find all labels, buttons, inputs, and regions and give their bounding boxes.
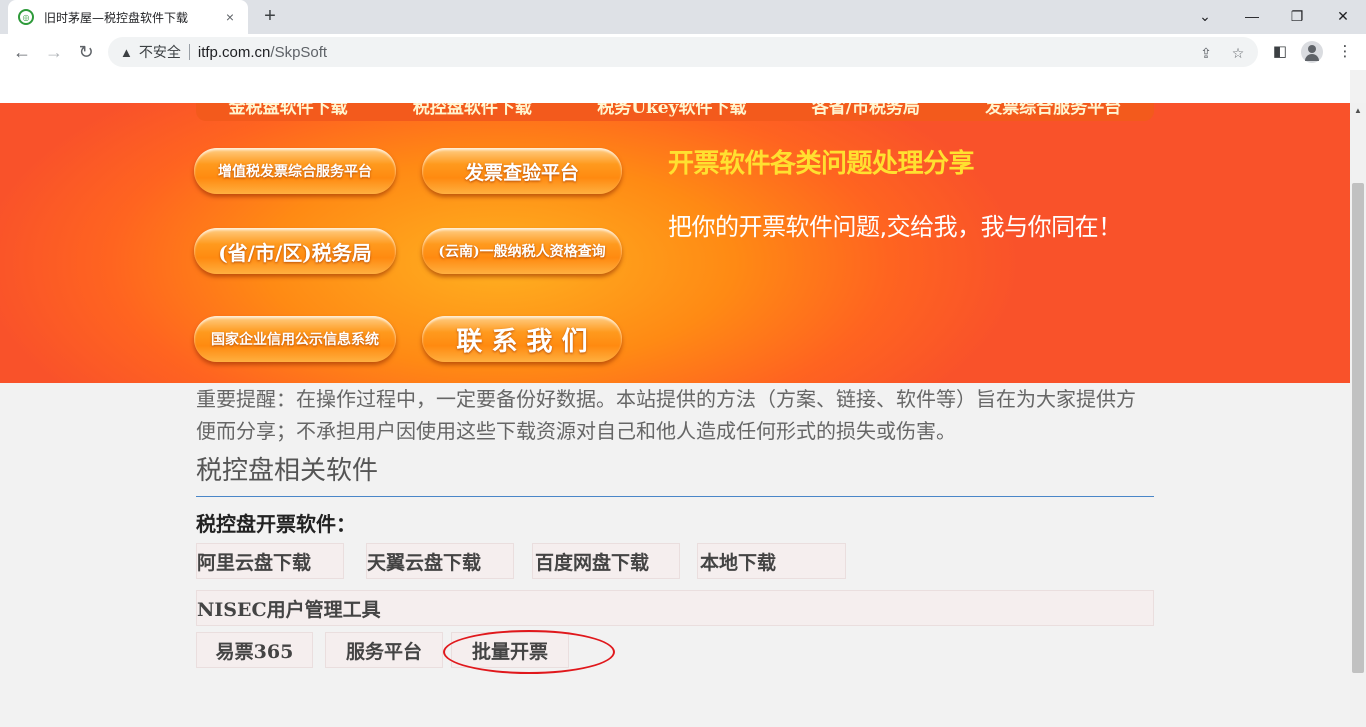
reload-icon[interactable]: ↻	[74, 40, 98, 64]
section-title: 税控盘相关软件	[196, 456, 379, 486]
section-divider	[196, 496, 1154, 497]
browser-toolbar: ← → ↻ ▲ 不安全 itfp.com.cn/SkpSoft ⇪ ☆ ◧ ⋮	[0, 34, 1366, 70]
bookmark-star-icon[interactable]: ☆	[1228, 45, 1248, 65]
scroll-thumb[interactable]	[1352, 183, 1364, 673]
service-platform-button[interactable]: 服务平台	[325, 632, 443, 668]
close-window-icon[interactable]: ✕	[1331, 6, 1355, 26]
share-icon[interactable]: ⇪	[1196, 45, 1216, 65]
nav-tax-bureau[interactable]: 各省/市税务局	[812, 103, 920, 118]
forward-icon[interactable]: →	[42, 40, 66, 64]
yipiao365-button[interactable]: 易票365	[196, 632, 313, 668]
new-tab-button[interactable]: +	[258, 5, 282, 29]
local-download-button[interactable]: 本地下载	[697, 543, 846, 579]
back-icon[interactable]: ←	[10, 40, 34, 64]
invoice-check-button[interactable]: 发票查验平台	[422, 148, 622, 194]
nisec-tool-row[interactable]: NISEC用户管理工具	[196, 590, 1154, 626]
aliyun-download-button[interactable]: 阿里云盘下载	[196, 543, 344, 579]
batch-invoice-button[interactable]: 批量开票	[451, 632, 569, 668]
banner-headline: 开票软件各类问题处理分享	[668, 149, 975, 179]
site-favicon-icon: ◎	[18, 9, 34, 25]
baidu-download-button[interactable]: 百度网盘下载	[532, 543, 680, 579]
address-bar[interactable]: ▲ 不安全 itfp.com.cn/SkpSoft ⇪ ☆	[108, 37, 1258, 67]
tianyi-download-button[interactable]: 天翼云盘下载	[366, 543, 514, 579]
vat-invoice-platform-button[interactable]: 增值税发票综合服务平台	[194, 148, 396, 194]
page-top-area	[0, 70, 1350, 103]
tab-close-icon[interactable]: ×	[222, 9, 238, 25]
nav-golden-tax-download[interactable]: 金税盘软件下载	[229, 103, 348, 118]
site-banner: 金税盘软件下载 税控盘软件下载 税务Ukey软件下载 各省/市税务局 发票综合服…	[0, 103, 1350, 383]
browser-tab[interactable]: ◎ 旧时茅屋—税控盘软件下载 ×	[8, 0, 248, 34]
profile-avatar[interactable]	[1301, 41, 1323, 63]
scroll-up-icon[interactable]: ▲	[1350, 103, 1366, 119]
software-subtitle: 税控盘开票软件：	[196, 512, 356, 536]
minimize-icon[interactable]: —	[1240, 6, 1264, 26]
tab-strip: ◎ 旧时茅屋—税控盘软件下载 × + ⌄ — ❐ ✕	[0, 0, 1366, 34]
tab-title: 旧时茅屋—税控盘软件下载	[44, 10, 189, 25]
nav-tax-disk-download[interactable]: 税控盘软件下载	[413, 103, 532, 118]
warning-icon: ▲	[120, 44, 133, 60]
url-text[interactable]: itfp.com.cn/SkpSoft	[198, 44, 327, 61]
contact-us-button[interactable]: 联 系 我 们	[422, 316, 622, 362]
banner-slogan: 把你的开票软件问题,交给我，我与你同在！	[668, 213, 1122, 241]
menu-dots-icon[interactable]: ⋮	[1333, 40, 1357, 64]
tax-bureau-button[interactable]: (省/市/区)税务局	[194, 228, 396, 274]
side-panel-icon[interactable]: ◧	[1268, 40, 1292, 64]
address-separator	[188, 44, 190, 60]
nav-ukey-download[interactable]: 税务Ukey软件下载	[597, 103, 746, 118]
tab-search-icon[interactable]: ⌄	[1193, 6, 1217, 26]
yunnan-taxpayer-query-button[interactable]: (云南)一般纳税人资格查询	[422, 228, 622, 274]
insecure-label[interactable]: 不安全	[139, 42, 181, 62]
restore-icon[interactable]: ❐	[1285, 6, 1309, 26]
credit-info-system-button[interactable]: 国家企业信用公示信息系统	[194, 316, 396, 362]
important-notice: 重要提醒：在操作过程中，一定要备份好数据。本站提供的方法（方案、链接、软件等）旨…	[196, 387, 1136, 443]
nav-invoice-platform[interactable]: 发票综合服务平台	[985, 103, 1121, 118]
top-nav: 金税盘软件下载 税控盘软件下载 税务Ukey软件下载 各省/市税务局 发票综合服…	[196, 103, 1154, 121]
page-scrollbar[interactable]: ▲	[1350, 103, 1366, 727]
